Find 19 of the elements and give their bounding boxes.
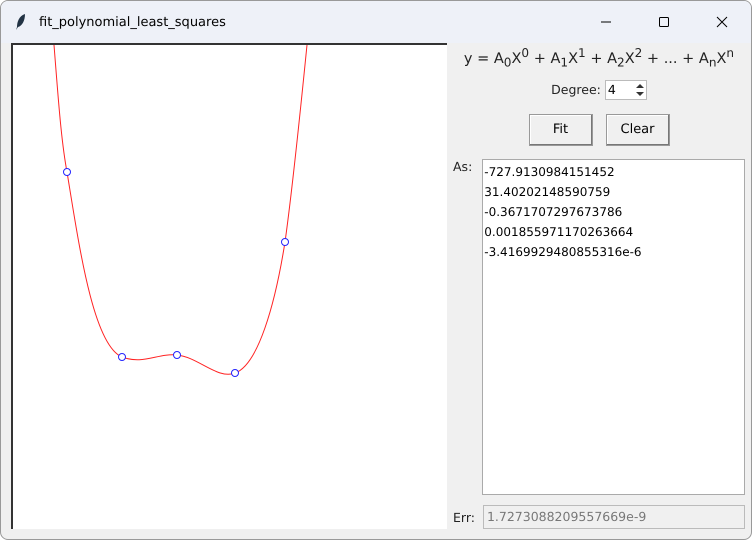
coefficients-label: As: xyxy=(453,158,472,176)
feather-icon xyxy=(15,13,27,31)
maximize-icon xyxy=(658,16,670,28)
fit-button[interactable]: Fit xyxy=(528,114,592,146)
coefficient-item: 31.40202148590759 xyxy=(484,184,612,201)
coefficient-item: 0.001855971170263664 xyxy=(484,224,634,241)
degree-label: Degree: xyxy=(551,82,601,98)
window-title: fit_polynomial_least_squares xyxy=(39,14,227,30)
coefficient-item: -727.9130984151452 xyxy=(484,164,616,181)
plot-canvas[interactable] xyxy=(11,43,447,529)
equation-label: y = A$_{0}$X$^{0}$ + A$_{1}$X$^{1}$ + A$_{2}$X$^{2}$ + ... + A$_{n}$X$^{n}$ xyxy=(464,46,734,70)
coefficient-item: -0.3671707297673786 xyxy=(484,204,624,221)
close-icon xyxy=(716,16,728,28)
coefficients-list[interactable]: -727.9130984151452 31.40202148590759 -0.3671707297673786 0.001855971170263664 -3.4169929480855316e-6 xyxy=(482,158,745,495)
error-label: Err: xyxy=(453,510,475,524)
spin-arrows-icon[interactable] xyxy=(634,82,646,98)
coefficient-item: -3.4169929480855316e-6 xyxy=(484,244,643,261)
clear-button[interactable]: Clear xyxy=(606,114,670,146)
degree-spinbox[interactable]: 4 xyxy=(604,80,647,100)
